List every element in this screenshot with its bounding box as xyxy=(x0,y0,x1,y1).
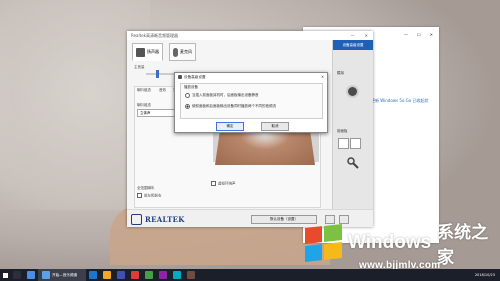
analog-label: 模拟 xyxy=(337,71,344,75)
config-field-label: 喇叭组态 xyxy=(137,103,151,107)
tab-label: 麦克风 xyxy=(180,49,192,54)
app-icon[interactable] xyxy=(187,271,195,279)
main-volume-label: 主音量 xyxy=(134,65,145,69)
windows-watermark: Windows 系统之家 www.bjjmlv.com xyxy=(305,218,500,271)
virtual-surround-checkbox[interactable]: 虚拟环绕声 xyxy=(211,181,236,187)
speaker-icon xyxy=(136,47,145,57)
realtek-logo-text: REALTEK xyxy=(145,215,185,224)
volume-slider-thumb[interactable] xyxy=(156,70,159,78)
app-icon[interactable] xyxy=(89,271,97,279)
advanced-sidebar: 设备高级设置 模拟 前面板 xyxy=(332,40,373,227)
minimize-button[interactable]: — xyxy=(351,33,355,38)
config-select[interactable]: 立体声 xyxy=(137,109,179,117)
microphone-icon xyxy=(173,47,178,57)
checkbox-icon xyxy=(211,181,216,186)
title-bar: Realtek高清晰音频管理器 — ✕ xyxy=(127,31,373,40)
speaker-icon xyxy=(178,75,182,79)
tab-microphone[interactable]: 麦克风 xyxy=(169,43,196,61)
jack-icon[interactable] xyxy=(338,138,349,149)
app-icon[interactable] xyxy=(159,271,167,279)
realtek-logo: REALTEK xyxy=(131,214,185,225)
update-link[interactable]: 更新 Windows 5o Go 已收起状 xyxy=(371,98,428,104)
dialog-title-bar: 设备高级设置 ✕ xyxy=(175,73,327,81)
taskbar: 开始—音乐频道 2018/10/23 xyxy=(0,269,500,281)
panel-tab-effects[interactable]: 音效 xyxy=(159,88,166,93)
window-title: Realtek高清晰音频管理器 xyxy=(131,32,178,38)
tab-label: 扬声器 xyxy=(147,49,159,54)
tab-speakers[interactable]: 扬声器 xyxy=(132,43,163,61)
maximize-button[interactable]: ☐ xyxy=(417,32,421,37)
taskbar-active-app[interactable]: 开始—音乐频道 xyxy=(38,269,86,281)
close-button[interactable]: ✕ xyxy=(430,32,433,37)
checkbox-label: 虚拟环绕声 xyxy=(218,181,236,186)
clock[interactable]: 2018/10/23 xyxy=(475,273,500,277)
group-header: 播放设备 xyxy=(184,85,198,89)
search-icon[interactable] xyxy=(13,271,21,279)
ok-button[interactable]: 确定 xyxy=(216,122,244,131)
dialog-title: 设备高级设置 xyxy=(184,74,206,79)
app-icon[interactable] xyxy=(117,271,125,279)
checkbox-label: 前左和前右 xyxy=(144,193,162,198)
checkbox-icon xyxy=(137,193,142,198)
option-mute-rear[interactable]: 当插入前面板耳机时，后面板输出设备静音 xyxy=(185,93,259,98)
close-icon[interactable]: ✕ xyxy=(321,75,327,79)
taskbar-active-label: 开始—音乐频道 xyxy=(52,272,78,277)
full-range-label: 全范围喇叭 xyxy=(137,186,155,190)
rear-jack-icon[interactable] xyxy=(348,87,357,96)
option-label: 当插入前面板耳机时，后面板输出设备静音 xyxy=(192,93,259,97)
start-button[interactable] xyxy=(0,269,10,281)
radio-icon xyxy=(185,93,190,98)
option-label: 使前面板和后面板输出设备同时播放两个不同的音频流 xyxy=(192,104,276,108)
app-icon[interactable] xyxy=(145,271,153,279)
close-button[interactable]: ✕ xyxy=(365,33,368,38)
watermark-brand: Windows xyxy=(347,232,432,253)
option-dual-stream[interactable]: 使前面板和后面板输出设备同时播放两个不同的音频流 xyxy=(185,104,276,109)
windows-start-icon xyxy=(2,272,8,278)
panel-tab-config[interactable]: 喇叭组态 xyxy=(137,88,151,93)
watermark-cn: 系统之家 xyxy=(437,223,489,268)
jack-icon[interactable] xyxy=(350,138,361,149)
radio-selected-icon xyxy=(185,104,190,109)
full-range-checkbox[interactable]: 前左和前右 xyxy=(137,193,162,199)
config-select-value: 立体声 xyxy=(140,111,151,115)
cancel-button[interactable]: 取消 xyxy=(261,122,289,131)
front-panel-label: 前面板 xyxy=(337,129,348,133)
device-tabs: 扬声器 麦克风 xyxy=(132,43,196,61)
windows-logo-icon xyxy=(305,224,342,262)
wrench-icon[interactable] xyxy=(347,157,359,169)
browser-icon xyxy=(42,271,50,279)
folder-icon[interactable] xyxy=(103,271,111,279)
advanced-device-dialog[interactable]: 设备高级设置 ✕ 播放设备 当插入前面板耳机时，后面板输出设备静音 使前面板和后… xyxy=(174,72,328,133)
app-icon[interactable] xyxy=(131,271,139,279)
realtek-crab-icon xyxy=(131,214,142,225)
playback-device-group: 播放设备 当插入前面板耳机时，后面板输出设备静音 使前面板和后面板输出设备同时播… xyxy=(180,83,323,119)
minimize-button[interactable]: — xyxy=(404,32,408,37)
advanced-settings-link[interactable]: 设备高级设置 xyxy=(333,40,373,50)
edge-icon[interactable] xyxy=(27,271,35,279)
app-icon[interactable] xyxy=(173,271,181,279)
